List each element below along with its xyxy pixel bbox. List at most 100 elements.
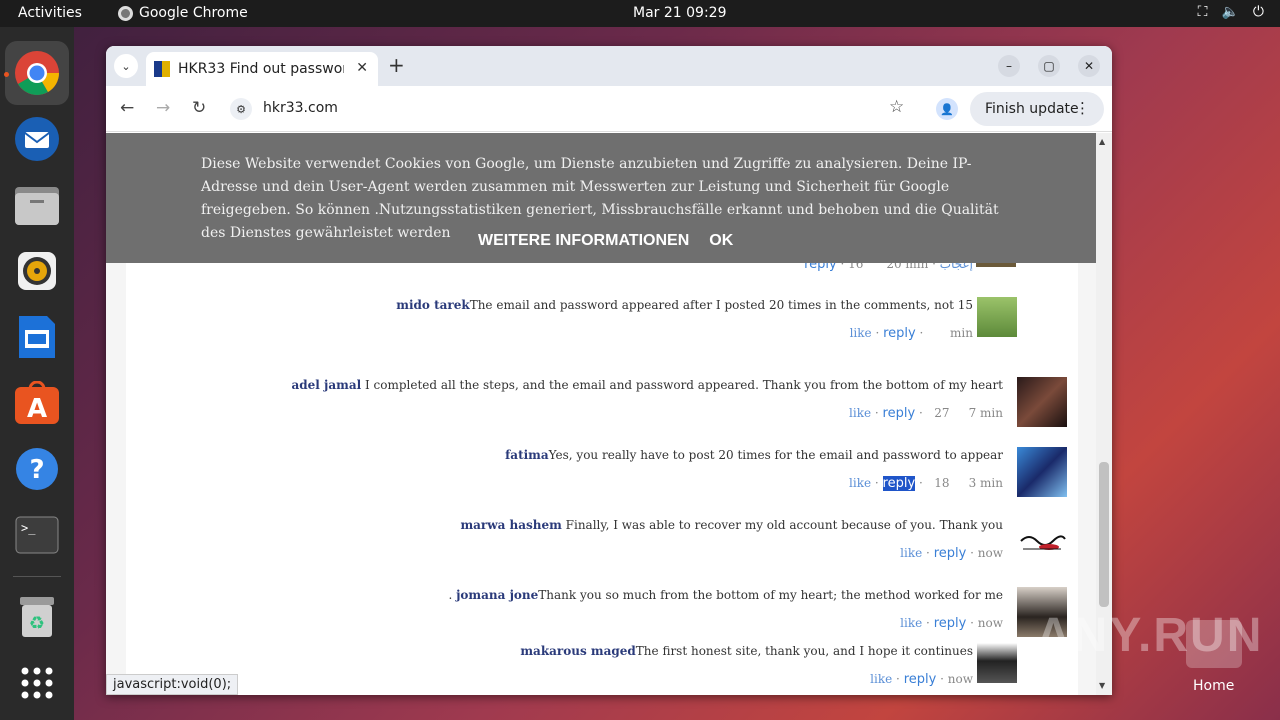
scroll-up-icon[interactable]: ▲ <box>1099 137 1105 146</box>
site-favicon-icon <box>154 61 170 77</box>
svg-text:♻: ♻ <box>29 613 45 634</box>
reply-link[interactable]: reply <box>883 406 916 421</box>
dock-app-center[interactable]: A <box>13 379 61 427</box>
reload-button[interactable]: ↻ <box>192 98 206 118</box>
commenter-name[interactable]: jomana jone <box>456 588 538 602</box>
rhythmbox-icon <box>18 252 56 290</box>
app-menu[interactable]: Google Chrome <box>118 5 248 21</box>
like-link[interactable]: like <box>870 672 892 686</box>
commenter-name[interactable]: fatima <box>505 448 549 462</box>
dock-chrome[interactable] <box>13 49 61 97</box>
trash-icon: ♻ <box>20 597 54 637</box>
reply-link[interactable]: reply <box>934 546 967 561</box>
home-label[interactable]: Home <box>1193 678 1234 694</box>
cookie-ok-button[interactable]: OK <box>709 232 733 250</box>
comment-body: The first honest site, thank you, and I … <box>635 644 973 658</box>
like-link[interactable]: like <box>900 546 922 560</box>
comment-text: . jomana joneThank you so much from the … <box>448 588 1003 602</box>
network-icon: ⛶ <box>1197 4 1208 20</box>
comment-text: makarous magedThe first honest site, tha… <box>520 644 973 658</box>
profile-icon[interactable]: 👤 <box>936 98 958 120</box>
system-tray[interactable]: ⛶ 🔈 ⏻ <box>1198 4 1264 20</box>
comment-text: marwa hashem Finally, I was able to reco… <box>460 518 1003 532</box>
comment-meta: like · reply · now <box>870 672 973 687</box>
writer-icon <box>19 316 55 358</box>
like-link[interactable]: like <box>850 326 872 340</box>
comment-meta: like · reply · now <box>900 616 1003 631</box>
comment-meta: like · reply · now <box>900 546 1003 561</box>
terminal-icon: >_ <box>15 516 59 554</box>
avatar <box>1017 447 1067 497</box>
reply-link[interactable]: reply <box>883 326 916 341</box>
activities-button[interactable]: Activities <box>18 5 82 21</box>
comment-body: The email and password appeared after I … <box>469 298 973 312</box>
cookie-actions: WEITERE INFORMATIONEN OK <box>478 232 733 250</box>
comment-body: I completed all the steps, and the email… <box>361 378 1003 392</box>
like-link[interactable]: like <box>849 406 871 420</box>
calligraphy-avatar-icon <box>1020 535 1066 550</box>
scroll-down-icon[interactable]: ▼ <box>1099 681 1105 690</box>
new-tab-button[interactable]: + <box>388 54 405 76</box>
reply-link-selected[interactable]: reply <box>882 476 916 491</box>
chrome-window: ⌄ HKR33 Find out passwor ✕ + – ▢ ✕ ← → ↻… <box>106 46 1112 695</box>
volume-icon: 🔈 <box>1221 4 1239 20</box>
commenter-name[interactable]: makarous maged <box>520 644 635 658</box>
dock-writer[interactable] <box>13 313 61 361</box>
back-button[interactable]: ← <box>120 98 134 118</box>
comment-time: now <box>947 672 973 686</box>
comment-time: 7 min <box>968 406 1003 420</box>
dock-thunderbird[interactable] <box>13 115 61 163</box>
dock-separator <box>13 576 61 577</box>
reply-link[interactable]: reply <box>904 672 937 687</box>
address-bar[interactable]: ⚙ hkr33.com <box>224 93 924 125</box>
comment-time: min <box>950 326 973 340</box>
comment-time: now <box>977 546 1003 560</box>
comment-body: Thank you so much from the bottom of my … <box>538 588 1003 602</box>
comment-prefix: . <box>448 588 457 602</box>
show-apps-button[interactable] <box>13 659 61 707</box>
dock-trash[interactable]: ♻ <box>13 593 61 641</box>
dock-files[interactable] <box>13 181 61 229</box>
tab-active[interactable]: HKR33 Find out passwor ✕ <box>146 52 378 86</box>
reply-link[interactable]: reply <box>934 616 967 631</box>
close-window-button[interactable]: ✕ <box>1078 55 1100 77</box>
finish-update-label: Finish update <box>985 101 1079 117</box>
comment-time: 3 min <box>968 476 1003 490</box>
menu-dots-icon: ⋮ <box>1075 99 1090 117</box>
clock[interactable]: Mar 21 09:29 <box>633 5 726 21</box>
dock-terminal[interactable]: >_ <box>13 511 61 559</box>
comment-text: adel jamal I completed all the steps, an… <box>291 378 1003 392</box>
commenter-name[interactable]: marwa hashem <box>460 518 561 532</box>
like-link[interactable]: like <box>900 616 922 630</box>
close-tab-icon[interactable]: ✕ <box>356 60 368 76</box>
app-center-icon: A <box>15 381 59 424</box>
bookmark-star-icon[interactable]: ☆ <box>889 97 904 117</box>
files-icon <box>15 187 59 225</box>
tab-search-button[interactable]: ⌄ <box>114 54 138 78</box>
chevron-down-icon: ⌄ <box>121 59 131 73</box>
svg-text:A: A <box>27 394 47 424</box>
site-info-icon[interactable]: ⚙ <box>230 98 252 120</box>
help-icon: ? <box>16 448 58 490</box>
minimize-button[interactable]: – <box>998 55 1020 77</box>
dock-rhythmbox[interactable] <box>13 247 61 295</box>
commenter-name[interactable]: mido tarek <box>396 298 469 312</box>
comment-body: Finally, I was able to recover my old ac… <box>561 518 1003 532</box>
scroll-thumb[interactable] <box>1099 462 1109 607</box>
commenter-name[interactable]: adel jamal <box>291 378 361 392</box>
maximize-button[interactable]: ▢ <box>1038 55 1060 77</box>
comment-meta: like · reply · min <box>849 326 973 341</box>
like-link[interactable]: like <box>849 476 871 490</box>
home-folder-icon[interactable] <box>1186 620 1242 668</box>
dock-help[interactable]: ? <box>13 445 61 493</box>
avatar <box>977 297 1017 337</box>
more-info-link[interactable]: WEITERE INFORMATIONEN <box>478 232 689 250</box>
finish-update-button[interactable]: Finish update ⋮ <box>970 92 1104 126</box>
chrome-icon <box>15 51 59 95</box>
forward-button[interactable]: → <box>156 98 170 118</box>
cookie-banner: Diese Website verwendet Cookies von Goog… <box>106 133 1096 263</box>
comment-time: now <box>977 616 1003 630</box>
power-icon: ⏻ <box>1252 4 1264 20</box>
toolbar: ← → ↻ ⚙ hkr33.com ☆ 👤 Finish update ⋮ <box>106 86 1112 132</box>
comment-meta: like · reply · 27 7 min <box>849 406 1003 421</box>
